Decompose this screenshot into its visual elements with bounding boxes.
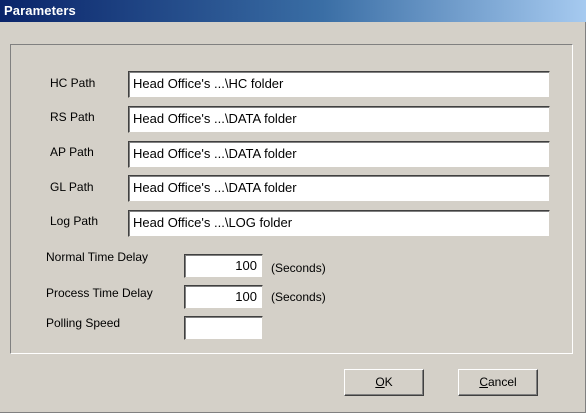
ok-button-mnemonic: O — [375, 375, 385, 389]
ap-path-field[interactable]: Head Office's ...\DATA folder — [128, 141, 550, 168]
process-time-delay-field[interactable]: 100 — [184, 285, 263, 309]
hc-path-field[interactable]: Head Office's ...\HC folder — [128, 71, 550, 98]
parameters-dialog: Parameters HC Path Head Office's ...\HC … — [0, 0, 586, 413]
hc-path-label: HC Path — [50, 76, 96, 90]
polling-speed-label: Polling Speed — [46, 316, 121, 330]
ok-button-label: K — [384, 375, 393, 389]
normal-time-delay-label: Normal Time Delay — [46, 250, 149, 264]
process-time-delay-unit: (Seconds) — [271, 290, 326, 304]
normal-time-delay-field[interactable]: 100 — [184, 254, 263, 278]
rs-path-field[interactable]: Head Office's ...\DATA folder — [128, 106, 550, 133]
cancel-button-label: ancel — [487, 375, 517, 389]
gl-path-field[interactable]: Head Office's ...\DATA folder — [128, 175, 550, 202]
title-bar[interactable]: Parameters — [0, 0, 586, 22]
gl-path-label: GL Path — [50, 180, 94, 194]
cancel-button-mnemonic: C — [479, 375, 488, 389]
ap-path-label: AP Path — [50, 145, 94, 159]
log-path-label: Log Path — [50, 214, 99, 228]
process-time-delay-label: Process Time Delay — [46, 286, 153, 300]
polling-speed-field[interactable] — [184, 316, 263, 340]
rs-path-label: RS Path — [50, 110, 95, 124]
normal-time-delay-unit: (Seconds) — [271, 261, 326, 275]
log-path-field[interactable]: Head Office's ...\LOG folder — [128, 210, 550, 237]
ok-button[interactable]: OK — [344, 369, 424, 396]
window-title: Parameters — [4, 3, 76, 18]
cancel-button[interactable]: Cancel — [458, 369, 538, 396]
